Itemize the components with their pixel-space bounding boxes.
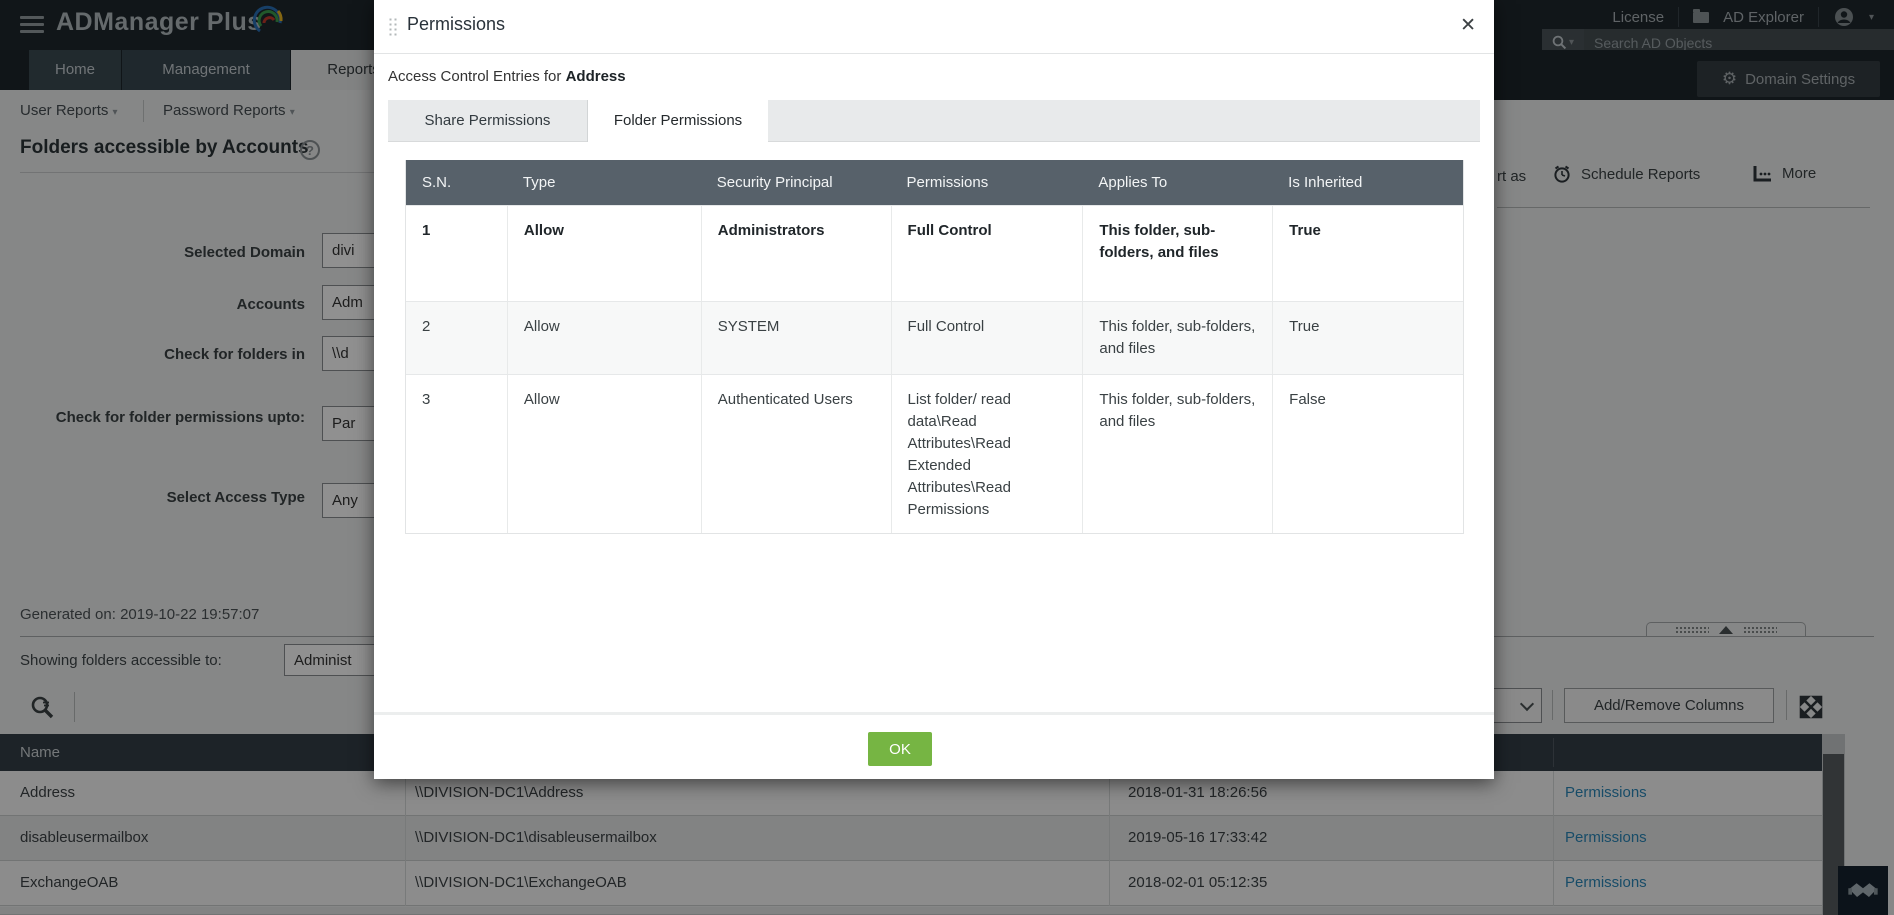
ace-sn: 3 (406, 375, 507, 533)
modal-header: Permissions ✕ (374, 0, 1494, 54)
ace-principal: Administrators (701, 206, 891, 301)
ace-applies-to: This folder, sub-folders, and files (1082, 302, 1272, 374)
ace-is-inherited: True (1272, 302, 1463, 374)
ace-row: 3 Allow Authenticated Users List folder/… (406, 374, 1463, 533)
close-icon[interactable]: ✕ (1460, 14, 1476, 37)
ace-is-inherited: True (1272, 206, 1463, 301)
ace-type: Allow (507, 375, 701, 533)
permissions-tab-bar: Share Permissions Folder Permissions (388, 100, 1480, 142)
ace-applies-to: This folder, sub-folders, and files (1082, 375, 1272, 533)
modal-footer-divider (374, 712, 1494, 715)
admanager-plus-app: ADManager Plus License AD Explorer ▾ (0, 0, 1894, 915)
col-header-type: Type (507, 160, 701, 205)
ace-principal: Authenticated Users (701, 375, 891, 533)
ace-permissions: Full Control (891, 206, 1083, 301)
col-header-is-inherited: Is Inherited (1272, 160, 1463, 205)
ace-type: Allow (507, 206, 701, 301)
ace-row: 1 Allow Administrators Full Control This… (406, 205, 1463, 301)
modal-title: Permissions (407, 14, 505, 35)
ace-sn: 1 (406, 206, 507, 301)
ace-principal: SYSTEM (701, 302, 891, 374)
col-header-principal: Security Principal (701, 160, 891, 205)
modal-subtitle: Access Control Entries for Address (388, 68, 626, 85)
col-header-permissions: Permissions (891, 160, 1083, 205)
col-header-applies-to: Applies To (1082, 160, 1272, 205)
ace-permissions: Full Control (891, 302, 1083, 374)
tab-share-permissions[interactable]: Share Permissions (388, 100, 588, 142)
subtitle-folder-name: Address (566, 68, 626, 85)
ace-table-header: S.N. Type Security Principal Permissions… (406, 160, 1463, 205)
ace-row: 2 Allow SYSTEM Full Control This folder,… (406, 301, 1463, 374)
permissions-modal: Permissions ✕ Access Control Entries for… (374, 0, 1494, 779)
ace-table: S.N. Type Security Principal Permissions… (405, 160, 1464, 534)
ace-sn: 2 (406, 302, 507, 374)
subtitle-prefix: Access Control Entries for (388, 68, 561, 85)
modal-drag-handle-icon[interactable] (388, 17, 398, 37)
ace-is-inherited: False (1272, 375, 1463, 533)
col-header-sn: S.N. (406, 160, 507, 205)
ace-permissions: List folder/ read data\Read Attributes\R… (891, 375, 1083, 533)
ace-applies-to: This folder, sub-folders, and files (1082, 206, 1272, 301)
ok-button[interactable]: OK (868, 732, 932, 766)
tab-folder-permissions[interactable]: Folder Permissions (588, 100, 768, 143)
ace-type: Allow (507, 302, 701, 374)
